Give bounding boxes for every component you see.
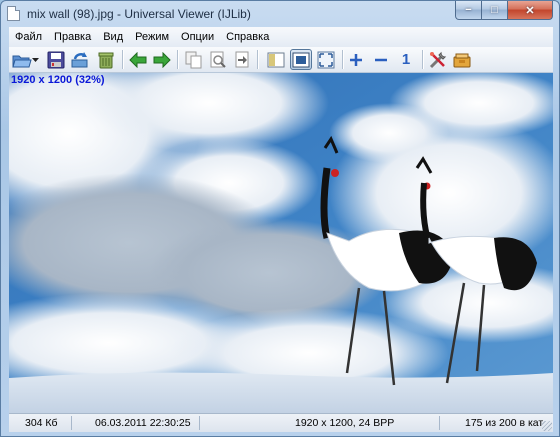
document-icon <box>7 6 20 21</box>
resize-grip[interactable] <box>542 421 552 431</box>
zoom-out-icon <box>375 58 387 61</box>
forward-arrow-icon <box>153 51 171 68</box>
save-icon <box>47 51 65 68</box>
plugin-icon <box>453 53 471 67</box>
menu-bar: Файл Правка Вид Режим Опции Справка <box>9 27 553 47</box>
minimize-icon: − <box>465 4 472 16</box>
reload-button[interactable] <box>69 49 91 70</box>
tools-icon <box>429 51 447 68</box>
toolbar-separator <box>342 50 344 69</box>
reload-icon <box>71 51 88 67</box>
menu-options[interactable]: Опции <box>175 27 220 47</box>
print-preview-icon <box>210 51 226 68</box>
status-file-date: 06.03.2011 22:30:25 <box>95 417 191 429</box>
back-button[interactable] <box>127 49 149 70</box>
back-arrow-icon <box>129 51 147 68</box>
forward-button[interactable] <box>151 49 173 70</box>
zoom-out-button[interactable] <box>370 49 392 70</box>
status-bar: 304 Кб 06.03.2011 22:30:25 1920 x 1200, … <box>9 413 553 432</box>
open-dropdown-button[interactable] <box>31 49 41 70</box>
copy-icon <box>185 51 202 68</box>
fullscreen-button[interactable] <box>315 49 337 70</box>
status-image-info: 1920 x 1200, 24 BPP <box>295 417 395 429</box>
menu-help[interactable]: Справка <box>220 27 275 47</box>
export-icon <box>235 51 249 67</box>
status-file-size: 304 Кб <box>25 417 58 429</box>
save-button[interactable] <box>45 49 67 70</box>
maximize-button[interactable]: □ <box>482 1 508 20</box>
open-button[interactable] <box>11 49 33 70</box>
image-viewport[interactable]: 1920 x 1200 (32%) <box>9 73 553 413</box>
title-bar[interactable]: mix wall (98).jpg - Universal Viewer (IJ… <box>1 1 559 27</box>
minimize-button[interactable]: − <box>455 1 482 20</box>
status-separator <box>71 416 72 430</box>
toolbar-separator <box>177 50 179 69</box>
menu-mode[interactable]: Режим <box>129 27 175 47</box>
copy-button[interactable] <box>183 49 205 70</box>
panel-icon <box>267 52 285 67</box>
image-info-overlay: 1920 x 1200 (32%) <box>11 74 105 86</box>
menu-edit[interactable]: Правка <box>48 27 97 47</box>
zoom-in-button[interactable] <box>345 49 367 70</box>
toolbar: 1 <box>9 47 553 73</box>
zoom-in-icon <box>350 53 362 66</box>
plugin-button[interactable] <box>451 49 473 70</box>
dropdown-arrow-icon <box>32 57 39 62</box>
photo-two-cranes-snow-sky <box>9 73 553 413</box>
toolbar-separator <box>257 50 259 69</box>
delete-icon <box>98 52 114 68</box>
print-preview-button[interactable] <box>207 49 229 70</box>
zoom-actual-button[interactable]: 1 <box>395 49 417 70</box>
open-folder-icon <box>12 55 32 67</box>
toolbar-separator <box>422 50 424 69</box>
fit-window-button[interactable] <box>290 49 312 70</box>
status-separator <box>199 416 200 430</box>
export-button[interactable] <box>231 49 253 70</box>
toolbar-separator <box>122 50 124 69</box>
status-separator <box>439 416 440 430</box>
window-title: mix wall (98).jpg - Universal Viewer (IJ… <box>27 7 251 21</box>
tools-button[interactable] <box>427 49 449 70</box>
status-file-position: 175 из 200 в кат <box>465 417 544 429</box>
menu-file[interactable]: Файл <box>9 27 48 47</box>
menu-view[interactable]: Вид <box>97 27 129 47</box>
fit-window-icon <box>292 52 310 67</box>
app-window: mix wall (98).jpg - Universal Viewer (IJ… <box>0 0 560 437</box>
delete-button[interactable] <box>95 49 117 70</box>
panel-toggle-button[interactable] <box>265 49 287 70</box>
close-button[interactable]: ✕ <box>508 1 553 20</box>
close-icon: ✕ <box>525 4 535 17</box>
zoom-actual-icon: 1 <box>401 51 411 68</box>
maximize-icon: □ <box>491 4 498 16</box>
fullscreen-icon <box>317 51 335 68</box>
